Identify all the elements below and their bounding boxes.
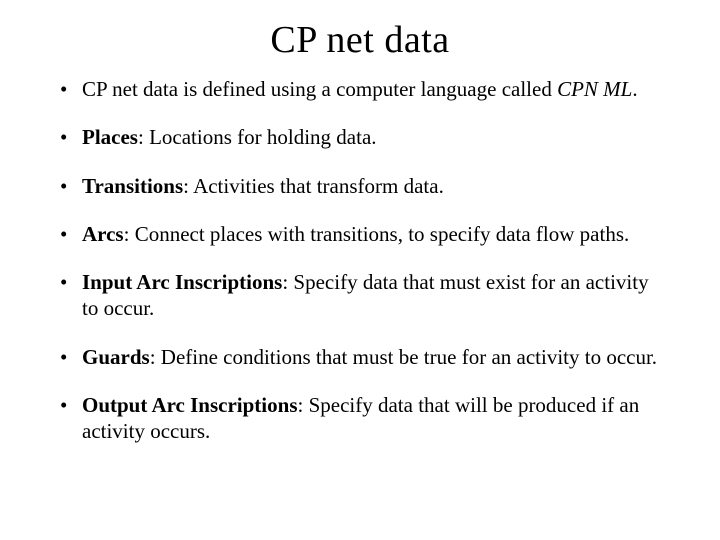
list-item: Arcs: Connect places with transitions, t… (56, 221, 664, 247)
bullet-term: Input Arc Inscriptions (82, 270, 282, 294)
bullet-list: CP net data is defined using a computer … (56, 76, 664, 444)
bullet-prefix: CP net data is defined using a computer … (82, 77, 557, 101)
bullet-rest: : Connect places with transitions, to sp… (124, 222, 630, 246)
bullet-emph: CPN ML (557, 77, 632, 101)
list-item: Places: Locations for holding data. (56, 124, 664, 150)
list-item: Guards: Define conditions that must be t… (56, 344, 664, 370)
bullet-term: Places (82, 125, 138, 149)
bullet-rest: : Locations for holding data. (138, 125, 377, 149)
bullet-term: Output Arc Inscriptions (82, 393, 298, 417)
bullet-rest: : Define conditions that must be true fo… (150, 345, 657, 369)
bullet-rest: : Activities that transform data. (183, 174, 444, 198)
list-item: Output Arc Inscriptions: Specify data th… (56, 392, 664, 445)
bullet-term: Arcs (82, 222, 124, 246)
bullet-tail: . (632, 77, 637, 101)
slide-title: CP net data (56, 18, 664, 62)
list-item: CP net data is defined using a computer … (56, 76, 664, 102)
list-item: Input Arc Inscriptions: Specify data tha… (56, 269, 664, 322)
bullet-term: Transitions (82, 174, 183, 198)
list-item: Transitions: Activities that transform d… (56, 173, 664, 199)
slide: CP net data CP net data is defined using… (0, 0, 720, 540)
bullet-term: Guards (82, 345, 150, 369)
